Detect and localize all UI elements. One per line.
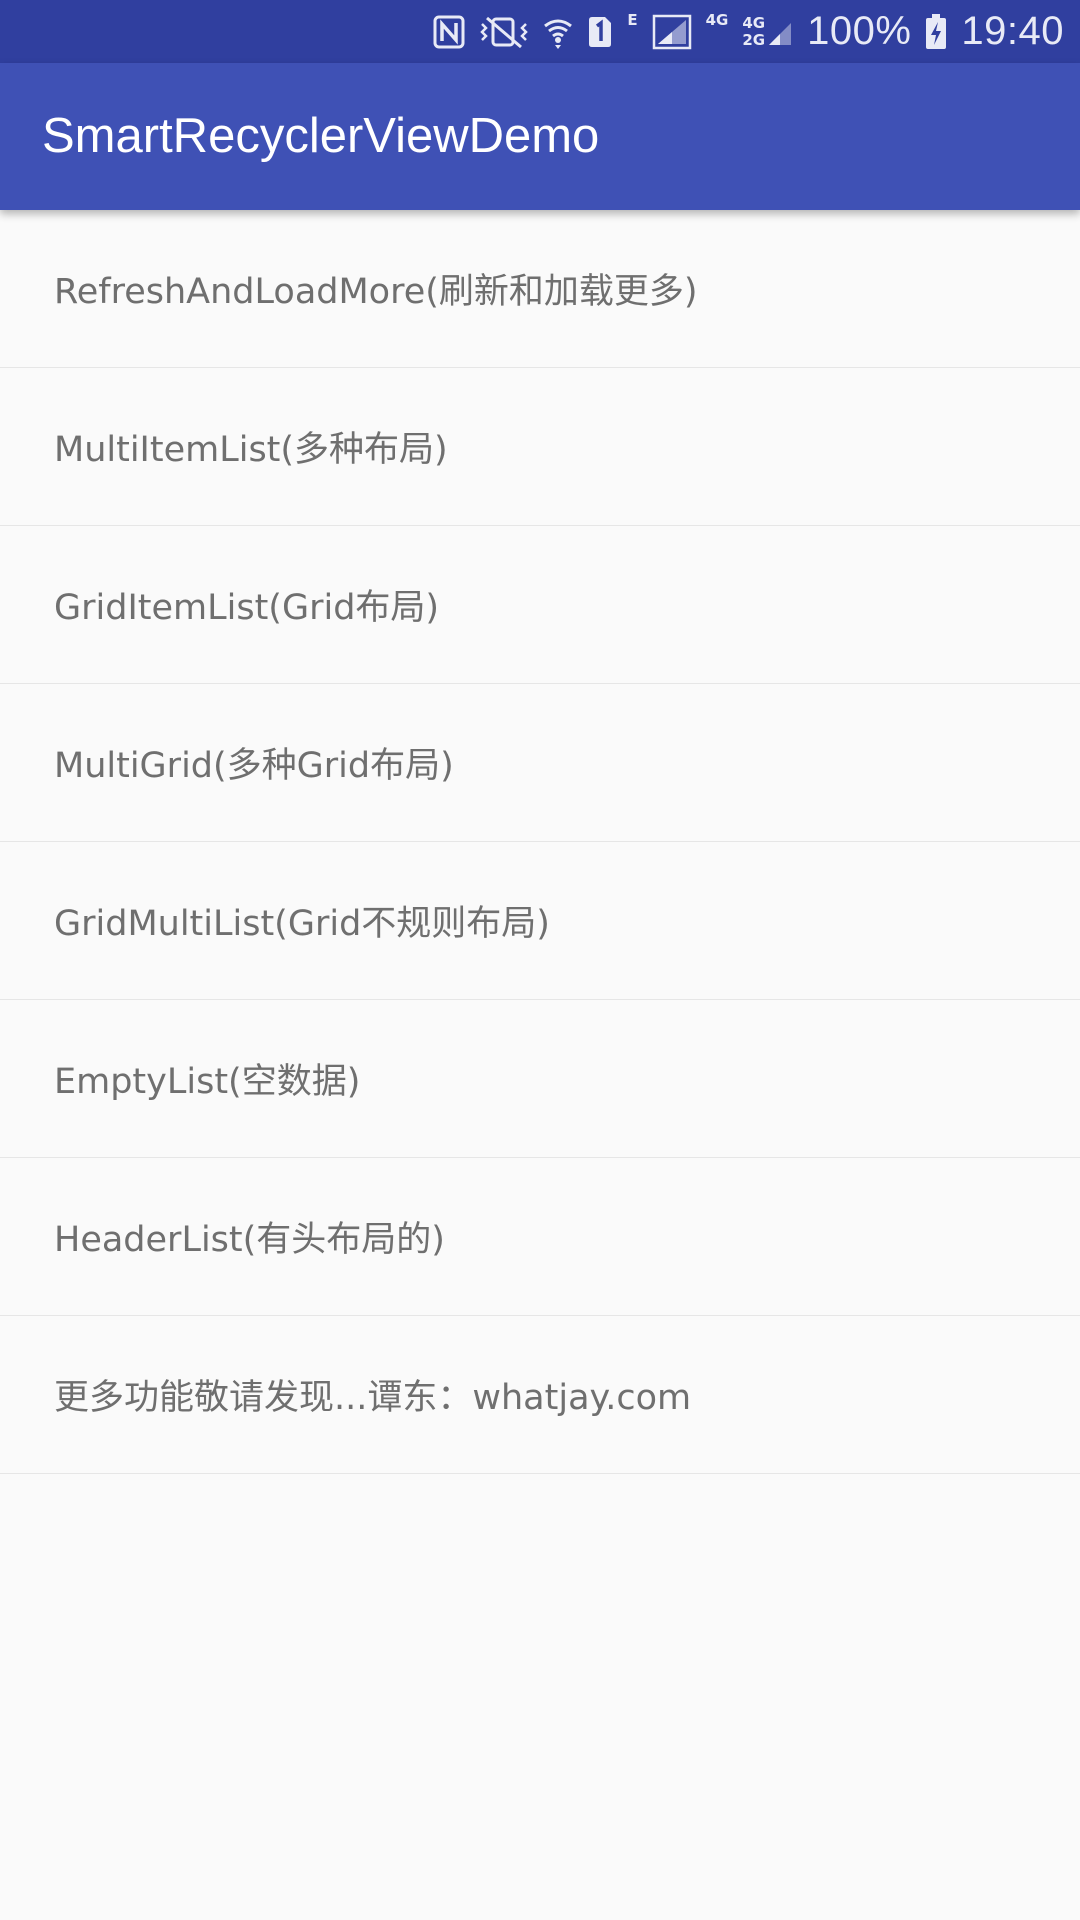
network-4g-label-2: 4G [742, 13, 766, 32]
nfc-icon [433, 14, 465, 50]
signal-bars-icon [767, 17, 793, 47]
list-item-multi-item-list[interactable]: MultiItemList(多种布局) [0, 368, 1080, 526]
status-icons: E 4G 4G 2G 100% 19:40 [433, 0, 1064, 63]
status-bar: E 4G 4G 2G 100% 19:40 [0, 0, 1080, 63]
battery-charging-icon [925, 13, 947, 50]
list-item-label: 更多功能敬请发现...谭东：whatjay.com [54, 1378, 692, 1418]
signal-icon [652, 14, 692, 50]
network-e: E [627, 11, 638, 29]
list-item-grid-multi-list[interactable]: GridMultiList(Grid不规则布局) [0, 842, 1080, 1000]
demo-list: RefreshAndLoadMore(刷新和加载更多) MultiItemLis… [0, 210, 1080, 1474]
list-item-label: EmptyList(空数据) [54, 1062, 361, 1102]
vibrate-icon [479, 14, 529, 50]
list-item-refresh-load-more[interactable]: RefreshAndLoadMore(刷新和加载更多) [0, 210, 1080, 368]
list-item-label: GridItemList(Grid布局) [54, 588, 440, 628]
sim1-icon [587, 15, 613, 49]
network-4g-label: 4G [705, 11, 729, 29]
app-title: SmartRecyclerViewDemo [42, 109, 600, 163]
clock: 19:40 [961, 9, 1064, 53]
list-item-label: RefreshAndLoadMore(刷新和加载更多) [54, 272, 698, 312]
list-item-header-list[interactable]: HeaderList(有头布局的) [0, 1158, 1080, 1316]
list-item-grid-item-list[interactable]: GridItemList(Grid布局) [0, 526, 1080, 684]
network-4g-group: 4G [706, 12, 729, 29]
battery-percent: 100% [807, 9, 912, 53]
list-item-empty-list[interactable]: EmptyList(空数据) [0, 1000, 1080, 1158]
list-item-label: HeaderList(有头布局的) [54, 1220, 445, 1260]
network-2g-label: 2G [742, 30, 766, 49]
list-item-more-features[interactable]: 更多功能敬请发现...谭东：whatjay.com [0, 1316, 1080, 1474]
list-item-label: MultiItemList(多种布局) [54, 430, 448, 470]
list-item-multi-grid[interactable]: MultiGrid(多种Grid布局) [0, 684, 1080, 842]
list-item-label: GridMultiList(Grid不规则布局) [54, 904, 550, 944]
list-item-label: MultiGrid(多种Grid布局) [54, 746, 454, 786]
network-4g-2g-group: 4G 2G [742, 13, 766, 49]
wifi-icon [543, 14, 573, 50]
app-bar: SmartRecyclerViewDemo [0, 63, 1080, 210]
